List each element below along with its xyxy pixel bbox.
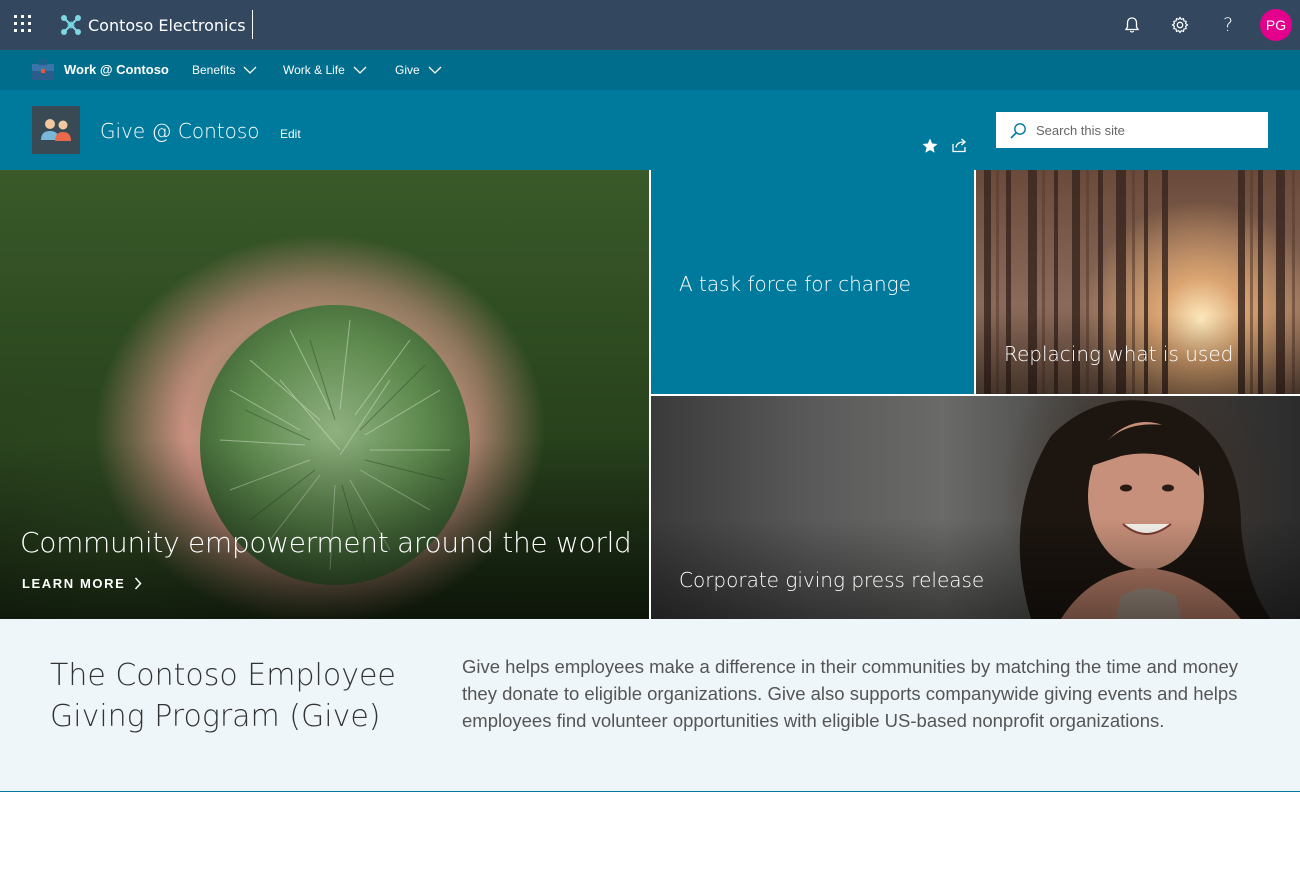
hub-nav-label: Benefits (192, 63, 236, 77)
search-input[interactable] (1036, 120, 1256, 140)
hero-web-part: Community empowerment around the world L… (0, 170, 1300, 619)
app-launcher-icon[interactable] (14, 15, 34, 35)
brand[interactable]: Contoso Electronics (60, 12, 246, 38)
hub-navigation: Work @ Contoso Benefits Work & Life Give (0, 50, 1300, 90)
hub-site-title[interactable]: Work @ Contoso (64, 62, 169, 77)
share-icon[interactable] (951, 136, 969, 154)
learn-more-link[interactable]: LEARN MORE (22, 576, 142, 591)
avatar[interactable]: PG (1260, 9, 1292, 41)
people-icon (41, 119, 71, 141)
hero-tile-title: A task force for change (679, 272, 911, 296)
intro-section: The Contoso Employee Giving Program (Giv… (0, 619, 1300, 792)
intro-heading: The Contoso Employee Giving Program (Giv… (50, 658, 396, 734)
edit-link[interactable]: Edit (280, 127, 301, 141)
help-glyph: ? (1222, 14, 1234, 36)
hero-tile-title: Replacing what is used (1004, 342, 1234, 366)
hero-tile-task-force[interactable]: A task force for change (651, 170, 974, 394)
help-icon[interactable]: ? (1216, 13, 1240, 37)
hero-tile-title: Corporate giving press release (679, 568, 985, 592)
divider (252, 10, 253, 39)
chevron-right-icon (135, 577, 142, 590)
site-search-box[interactable] (996, 112, 1268, 148)
hub-nav-label: Give (395, 63, 420, 77)
bell-icon[interactable] (1120, 13, 1144, 37)
hub-nav-item-give[interactable]: Give (395, 63, 442, 77)
app-name: Contoso Electronics (88, 15, 246, 35)
chevron-down-icon (353, 66, 367, 74)
hero-main-title: Community empowerment around the world (20, 526, 632, 559)
chevron-down-icon (428, 66, 442, 74)
hub-nav-label: Work & Life (283, 63, 345, 77)
site-logo[interactable] (32, 106, 80, 154)
hub-nav-item-work-life[interactable]: Work & Life (283, 63, 367, 77)
site-title[interactable]: Give @ Contoso (100, 119, 260, 143)
gear-icon[interactable] (1168, 13, 1192, 37)
star-icon[interactable] (921, 137, 939, 155)
hub-nav-item-benefits[interactable]: Benefits (192, 63, 257, 77)
hero-tile-main[interactable]: Community empowerment around the world L… (0, 170, 649, 619)
contoso-logo-icon (61, 15, 81, 35)
suite-bar: Contoso Electronics ? PG (0, 0, 1300, 50)
intro-description: Give helps employees make a difference i… (462, 656, 1239, 731)
learn-more-label: LEARN MORE (22, 576, 126, 591)
hero-tile-press-release[interactable]: Corporate giving press release (651, 396, 1300, 619)
chevron-down-icon (243, 66, 257, 74)
hero-tile-replacing[interactable]: Replacing what is used (976, 170, 1300, 394)
search-icon (1010, 123, 1026, 139)
site-header: Give @ Contoso Edit (0, 90, 1300, 170)
briefcase-icon (32, 59, 54, 80)
